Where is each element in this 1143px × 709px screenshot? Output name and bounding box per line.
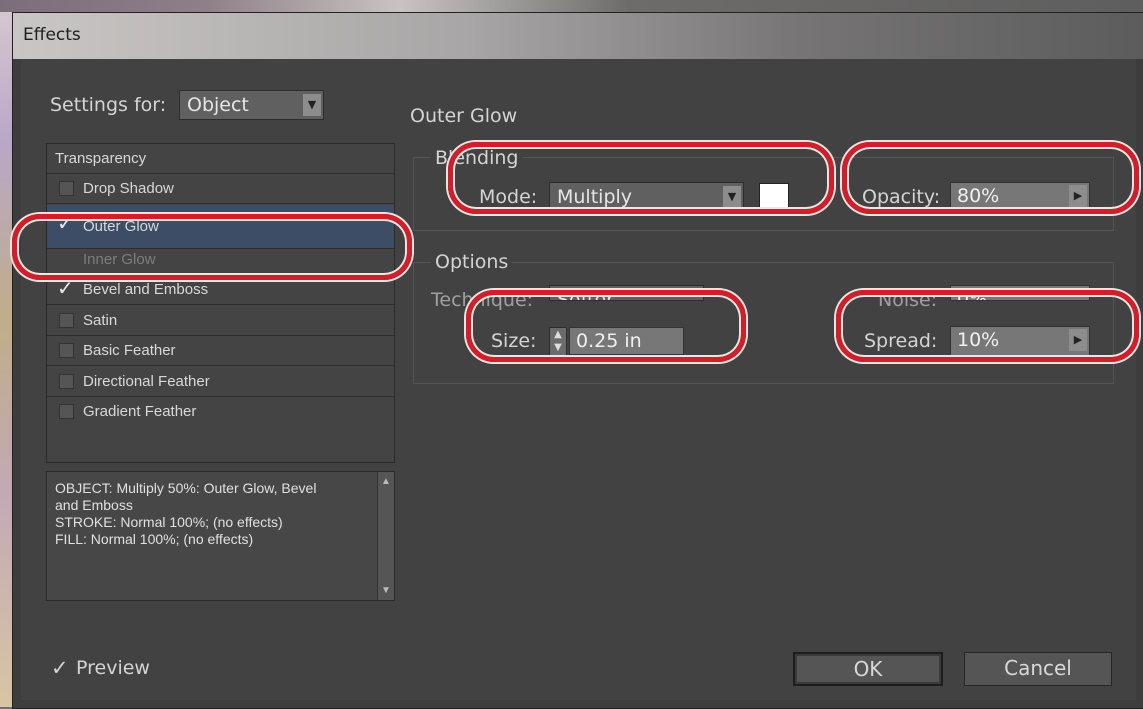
- checkbox-unchecked-icon[interactable]: [59, 404, 74, 419]
- checkbox-unchecked-icon[interactable]: [59, 343, 74, 358]
- panel-title: Outer Glow: [410, 105, 518, 127]
- effects-list: Transparency Drop Shadow ✓ Outer Glow In…: [46, 143, 395, 463]
- preview-checkmark-icon[interactable]: ✓: [51, 656, 69, 680]
- scroll-down-icon[interactable]: ▼: [381, 585, 391, 596]
- cancel-button[interactable]: Cancel: [964, 652, 1112, 686]
- background-artwork-top: [0, 0, 1143, 12]
- preview-label[interactable]: Preview: [76, 657, 150, 679]
- summary-line: and Emboss: [55, 497, 133, 513]
- list-item-directional-feather[interactable]: Directional Feather: [47, 367, 394, 397]
- list-item-label: Gradient Feather: [83, 403, 197, 420]
- settings-for-select[interactable]: Object ▼: [179, 90, 324, 120]
- list-item-drop-shadow[interactable]: Drop Shadow: [47, 174, 394, 204]
- list-item-satin[interactable]: Satin: [47, 306, 394, 336]
- list-item-label: Directional Feather: [83, 373, 210, 390]
- list-item-label: Basic Feather: [83, 342, 176, 359]
- summary-scrollbar[interactable]: ▲ ▼: [377, 472, 394, 600]
- summary-line: OBJECT: Multiply 50%: Outer Glow, Bevel: [55, 480, 317, 496]
- list-header-transparency[interactable]: Transparency: [47, 144, 394, 174]
- highlight-mode: [448, 142, 834, 214]
- dropdown-arrow-icon: ▼: [303, 94, 321, 116]
- highlight-outer-glow: [12, 214, 412, 280]
- highlight-opacity: [842, 142, 1139, 214]
- checkbox-unchecked-icon[interactable]: [59, 374, 74, 389]
- list-item-label: Bevel and Emboss: [83, 281, 209, 298]
- ok-button[interactable]: OK: [793, 652, 943, 686]
- title-bar[interactable]: Effects: [13, 13, 1143, 59]
- summary-line: FILL: Normal 100%; (no effects): [55, 531, 254, 547]
- scroll-up-icon[interactable]: ▲: [381, 476, 391, 487]
- options-legend: Options: [431, 251, 513, 273]
- list-item-label: Satin: [83, 312, 118, 329]
- window-title: Effects: [23, 25, 81, 45]
- checkbox-unchecked-icon[interactable]: [59, 313, 74, 328]
- list-item-gradient-feather[interactable]: Gradient Feather: [47, 397, 394, 427]
- settings-for-value: Object: [187, 94, 249, 116]
- list-item-label: Transparency: [55, 150, 147, 167]
- effects-summary: OBJECT: Multiply 50%: Outer Glow, Bevel …: [46, 471, 395, 601]
- highlight-size: [466, 290, 746, 362]
- checkbox-unchecked-icon[interactable]: [59, 181, 74, 196]
- list-item-basic-feather[interactable]: Basic Feather: [47, 336, 394, 366]
- highlight-spread: [836, 290, 1139, 362]
- list-item-label: Drop Shadow: [83, 180, 174, 197]
- summary-line: STROKE: Normal 100%; (no effects): [55, 514, 283, 530]
- settings-for-label: Settings for:: [50, 94, 167, 116]
